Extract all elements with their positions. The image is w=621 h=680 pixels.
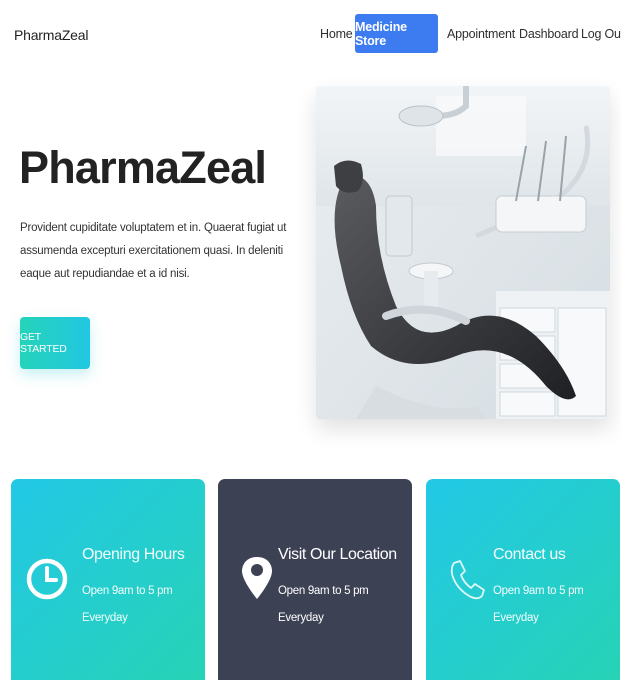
card-title: Visit Our Location (278, 546, 397, 563)
nav-medicine-store[interactable]: Medicine Store (355, 14, 438, 53)
card-days-text: Everyday (493, 612, 539, 624)
card-opening-hours: Opening Hours Open 9am to 5 pm Everyday (11, 479, 205, 680)
location-pin-icon (230, 539, 278, 619)
brand-logo[interactable]: PharmaZeal (14, 27, 88, 43)
nav-logout[interactable]: Log Out (581, 27, 621, 41)
navbar: PharmaZeal Home Medicine Store Appointme… (0, 0, 621, 72)
hero-description: Provident cupiditate voluptatem et in. Q… (20, 222, 287, 280)
nav-appointment[interactable]: Appointment (447, 27, 515, 41)
nav-dashboard[interactable]: Dashboard (519, 27, 579, 41)
card-visit-location: Visit Our Location Open 9am to 5 pm Ever… (218, 479, 412, 680)
card-hours-text: Open 9am to 5 pm (493, 585, 584, 597)
dental-chair-image (316, 86, 610, 419)
card-title: Opening Hours (82, 546, 185, 563)
clock-icon (23, 539, 71, 619)
card-contact-us: Contact us Open 9am to 5 pm Everyday (426, 479, 620, 680)
hero-title: PharmaZeal (19, 142, 267, 193)
card-title: Contact us (493, 546, 566, 563)
card-days-text: Everyday (82, 612, 128, 624)
card-hours-text: Open 9am to 5 pm (278, 585, 369, 597)
card-days-text: Everyday (278, 612, 324, 624)
nav-home[interactable]: Home (320, 27, 353, 41)
get-started-button[interactable]: GET STARTED (20, 317, 90, 369)
card-hours-text: Open 9am to 5 pm (82, 585, 173, 597)
phone-icon (438, 539, 486, 619)
